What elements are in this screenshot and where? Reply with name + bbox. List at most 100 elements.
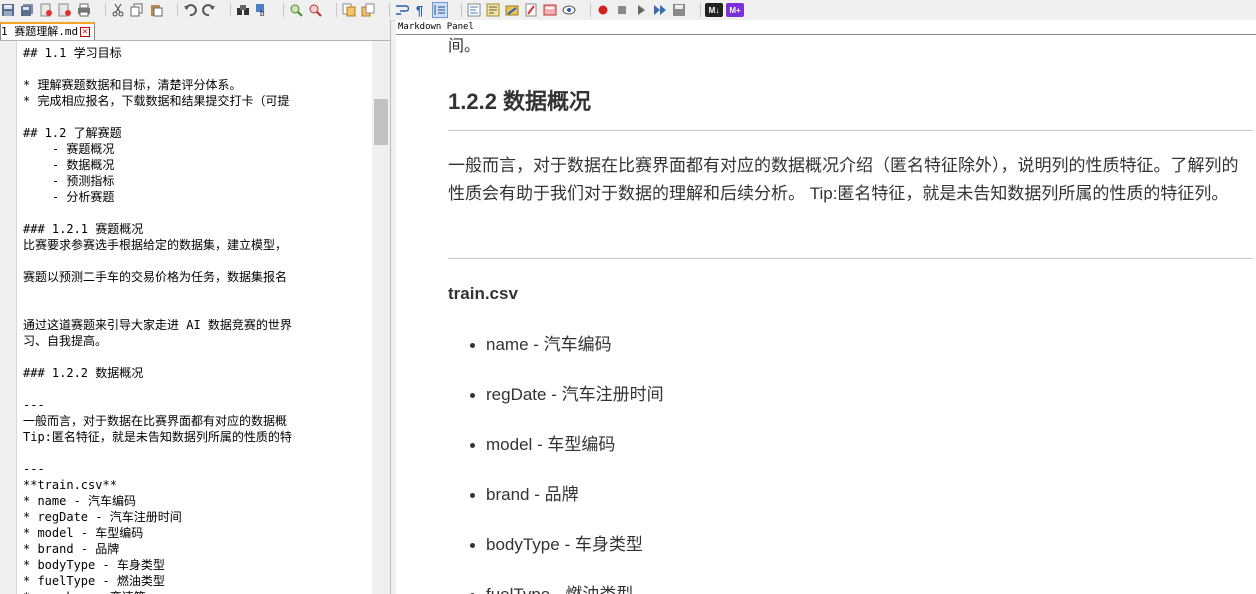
code-line[interactable]: - 预测指标 <box>23 173 372 189</box>
code-line[interactable]: - 数据概况 <box>23 157 372 173</box>
record-macro-icon[interactable] <box>595 2 611 18</box>
toolbar-separator <box>389 3 390 17</box>
list-item: model - 车型编码 <box>470 420 664 470</box>
paste-icon[interactable] <box>148 2 164 18</box>
list-item: brand - 品牌 <box>470 470 664 520</box>
code-line[interactable]: 赛题以预测二手车的交易价格为任务，数据集报名 <box>23 269 372 285</box>
list-item: name - 汽车编码 <box>470 320 664 370</box>
code-line[interactable]: * fuelType - 燃油类型 <box>23 573 372 589</box>
code-line[interactable] <box>23 301 372 317</box>
close-file-icon[interactable] <box>38 2 54 18</box>
redo-icon[interactable] <box>201 2 217 18</box>
code-line[interactable] <box>23 205 372 221</box>
folder-workspace-icon[interactable] <box>504 2 520 18</box>
eye-preview-icon[interactable] <box>561 2 577 18</box>
code-line[interactable]: * gearbox - 变速箱 <box>23 589 372 594</box>
panel-toggle-icon[interactable] <box>542 2 558 18</box>
toolbar-separator <box>700 3 701 17</box>
code-line[interactable]: **train.csv** <box>23 477 372 493</box>
code-line[interactable]: --- <box>23 397 372 413</box>
code-line[interactable]: * 完成相应报名，下载数据和结果提交打卡（可提 <box>23 93 372 109</box>
code-line[interactable]: 比赛要求参赛选手根据给定的数据集，建立模型， <box>23 237 372 253</box>
play-macro-icon[interactable] <box>633 2 649 18</box>
code-line[interactable]: * regDate - 汽车注册时间 <box>23 509 372 525</box>
monitoring-icon[interactable] <box>523 2 539 18</box>
sync-horizontal-icon[interactable] <box>360 2 376 18</box>
save-all-icon[interactable] <box>19 2 35 18</box>
stop-macro-icon[interactable] <box>614 2 630 18</box>
function-list-icon[interactable] <box>485 2 501 18</box>
cut-icon[interactable] <box>110 2 126 18</box>
code-line[interactable]: Tip:匿名特征，就是未告知数据列所属的性质的特 <box>23 429 372 445</box>
code-line[interactable] <box>23 109 372 125</box>
show-all-chars-icon[interactable]: ¶ <box>413 2 429 18</box>
code-line[interactable]: ## 1.1 学习目标 <box>23 45 372 61</box>
code-line[interactable]: * 理解赛题数据和目标，清楚评分体系。 <box>23 77 372 93</box>
zoom-out-icon[interactable] <box>307 2 323 18</box>
code-line[interactable]: * model - 车型编码 <box>23 525 372 541</box>
svg-text:¶: ¶ <box>416 3 423 17</box>
code-line[interactable]: 习、自我提高。 <box>23 333 372 349</box>
code-line[interactable]: 一般而言，对于数据在比赛界面都有对应的数据概 <box>23 413 372 429</box>
save-icon[interactable] <box>0 2 16 18</box>
markdown-panel: Markdown Panel 间。 1.2.2 数据概况 一般而言，对于数据在比… <box>396 20 1256 594</box>
toolbar-separator <box>590 3 591 17</box>
toolbar-separator <box>177 3 178 17</box>
code-line[interactable] <box>23 61 372 77</box>
tab-bar: 1 赛题理解.md ✕ <box>0 20 390 41</box>
code-editor[interactable]: ## 1.1 学习目标 * 理解赛题数据和目标，清楚评分体系。 * 完成相应报名，下… <box>0 41 372 594</box>
editor-gutter <box>0 41 17 594</box>
undo-icon[interactable] <box>182 2 198 18</box>
code-line[interactable] <box>23 253 372 269</box>
word-wrap-icon[interactable] <box>394 2 410 18</box>
code-line[interactable]: - 分析赛题 <box>23 189 372 205</box>
code-line[interactable]: * brand - 品牌 <box>23 541 372 557</box>
code-line[interactable]: * bodyType - 车身类型 <box>23 557 372 573</box>
code-line[interactable]: ### 1.2.1 赛题概况 <box>23 221 372 237</box>
run-macro-multiple-icon[interactable] <box>652 2 668 18</box>
markdown-content: 间。 1.2.2 数据概况 一般而言，对于数据在比赛界面都有对应的数据概况介绍（… <box>448 20 1256 594</box>
section-heading: 1.2.2 数据概况 <box>448 89 592 114</box>
toolbar-separator <box>461 3 462 17</box>
code-line[interactable] <box>23 445 372 461</box>
file-label: train.csv <box>448 284 518 303</box>
cut-off-text: 间。 <box>448 38 481 55</box>
list-item: bodyType - 车身类型 <box>470 520 664 570</box>
print-icon[interactable] <box>76 2 92 18</box>
file-tab[interactable]: 1 赛题理解.md ✕ <box>0 22 96 40</box>
code-line[interactable]: 通过这道赛题来引导大家走进 AI 数据竞赛的世界 <box>23 317 372 333</box>
copy-icon[interactable] <box>129 2 145 18</box>
code-text[interactable]: ## 1.1 学习目标 * 理解赛题数据和目标，清楚评分体系。 * 完成相应报名，下… <box>23 45 372 594</box>
editor-scrollbar[interactable] <box>372 41 390 594</box>
code-line[interactable]: ### 1.2.2 数据概况 <box>23 365 372 381</box>
markdown-toggle-icon[interactable]: M↓ <box>705 3 723 17</box>
replace-icon[interactable]: b <box>254 2 270 18</box>
list-item: regDate - 汽车注册时间 <box>470 370 664 420</box>
description-paragraph: 一般而言，对于数据在比赛界面都有对应的数据概况介绍（匿名特征除外），说明列的性质… <box>448 156 1239 203</box>
close-all-icon[interactable] <box>57 2 73 18</box>
zoom-in-icon[interactable] <box>288 2 304 18</box>
toolbar-separator <box>336 3 337 17</box>
save-macro-icon[interactable] <box>671 2 687 18</box>
find-icon[interactable] <box>235 2 251 18</box>
list-item: fuelType - 燃油类型 <box>470 570 664 594</box>
toolbar-separator <box>230 3 231 17</box>
toolbar: b ¶ M↓ M+ <box>0 0 1256 21</box>
code-line[interactable]: --- <box>23 461 372 477</box>
toolbar-separator <box>283 3 284 17</box>
code-line[interactable] <box>23 381 372 397</box>
editor-pane: 1 赛题理解.md ✕ ## 1.1 学习目标 * 理解赛题数据和目标，清楚评分体… <box>0 20 391 594</box>
markdown-plus-icon[interactable]: M+ <box>726 3 744 17</box>
code-line[interactable]: ## 1.2 了解赛题 <box>23 125 372 141</box>
editor-scrollbar-thumb[interactable] <box>374 99 388 145</box>
svg-text:b: b <box>260 9 265 17</box>
code-line[interactable] <box>23 285 372 301</box>
code-line[interactable]: * name - 汽车编码 <box>23 493 372 509</box>
horizontal-rule <box>448 258 1253 259</box>
code-line[interactable] <box>23 349 372 365</box>
code-line[interactable]: - 赛题概况 <box>23 141 372 157</box>
sync-vertical-icon[interactable] <box>341 2 357 18</box>
indent-guide-icon[interactable] <box>432 2 448 18</box>
close-tab-icon[interactable]: ✕ <box>80 27 91 37</box>
document-map-icon[interactable] <box>466 2 482 18</box>
